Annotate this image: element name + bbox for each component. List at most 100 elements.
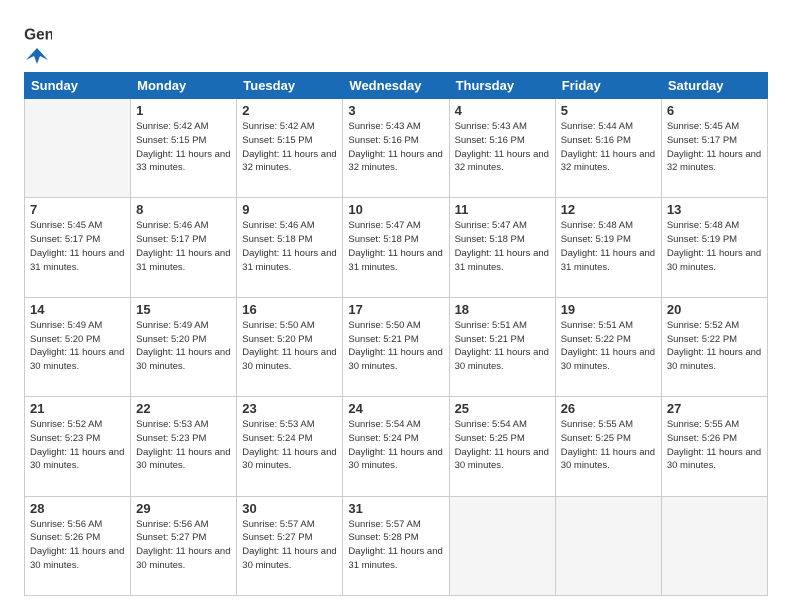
- calendar-cell: [449, 496, 555, 595]
- calendar-cell: 11 Sunrise: 5:47 AMSunset: 5:18 PMDaylig…: [449, 198, 555, 297]
- day-number: 30: [242, 501, 337, 516]
- calendar-header-monday: Monday: [131, 73, 237, 99]
- calendar-cell: 24 Sunrise: 5:54 AMSunset: 5:24 PMDaylig…: [343, 397, 449, 496]
- day-number: 23: [242, 401, 337, 416]
- day-number: 20: [667, 302, 762, 317]
- day-number: 14: [30, 302, 125, 317]
- calendar-cell: 9 Sunrise: 5:46 AMSunset: 5:18 PMDayligh…: [237, 198, 343, 297]
- calendar-cell: 17 Sunrise: 5:50 AMSunset: 5:21 PMDaylig…: [343, 297, 449, 396]
- day-number: 26: [561, 401, 656, 416]
- day-number: 24: [348, 401, 443, 416]
- day-info: Sunrise: 5:53 AMSunset: 5:24 PMDaylight:…: [242, 418, 337, 473]
- calendar-cell: 1 Sunrise: 5:42 AMSunset: 5:15 PMDayligh…: [131, 99, 237, 198]
- calendar-cell: 7 Sunrise: 5:45 AMSunset: 5:17 PMDayligh…: [25, 198, 131, 297]
- day-info: Sunrise: 5:47 AMSunset: 5:18 PMDaylight:…: [348, 219, 443, 274]
- calendar-cell: 18 Sunrise: 5:51 AMSunset: 5:21 PMDaylig…: [449, 297, 555, 396]
- calendar-cell: 5 Sunrise: 5:44 AMSunset: 5:16 PMDayligh…: [555, 99, 661, 198]
- header: General: [24, 20, 768, 60]
- svg-text:General: General: [24, 26, 52, 43]
- calendar-week-2: 7 Sunrise: 5:45 AMSunset: 5:17 PMDayligh…: [25, 198, 768, 297]
- day-info: Sunrise: 5:47 AMSunset: 5:18 PMDaylight:…: [455, 219, 550, 274]
- day-number: 27: [667, 401, 762, 416]
- day-info: Sunrise: 5:55 AMSunset: 5:26 PMDaylight:…: [667, 418, 762, 473]
- day-info: Sunrise: 5:49 AMSunset: 5:20 PMDaylight:…: [136, 319, 231, 374]
- day-number: 10: [348, 202, 443, 217]
- calendar-cell: 30 Sunrise: 5:57 AMSunset: 5:27 PMDaylig…: [237, 496, 343, 595]
- calendar-header-sunday: Sunday: [25, 73, 131, 99]
- calendar-cell: 22 Sunrise: 5:53 AMSunset: 5:23 PMDaylig…: [131, 397, 237, 496]
- day-number: 19: [561, 302, 656, 317]
- calendar-cell: 19 Sunrise: 5:51 AMSunset: 5:22 PMDaylig…: [555, 297, 661, 396]
- day-info: Sunrise: 5:51 AMSunset: 5:21 PMDaylight:…: [455, 319, 550, 374]
- calendar-cell: 20 Sunrise: 5:52 AMSunset: 5:22 PMDaylig…: [661, 297, 767, 396]
- day-info: Sunrise: 5:56 AMSunset: 5:27 PMDaylight:…: [136, 518, 231, 573]
- day-info: Sunrise: 5:46 AMSunset: 5:18 PMDaylight:…: [242, 219, 337, 274]
- calendar-cell: [661, 496, 767, 595]
- general-blue-icon: General: [24, 24, 52, 44]
- day-info: Sunrise: 5:46 AMSunset: 5:17 PMDaylight:…: [136, 219, 231, 274]
- day-number: 25: [455, 401, 550, 416]
- calendar-cell: 8 Sunrise: 5:46 AMSunset: 5:17 PMDayligh…: [131, 198, 237, 297]
- day-info: Sunrise: 5:45 AMSunset: 5:17 PMDaylight:…: [30, 219, 125, 274]
- day-info: Sunrise: 5:43 AMSunset: 5:16 PMDaylight:…: [455, 120, 550, 175]
- calendar-week-1: 1 Sunrise: 5:42 AMSunset: 5:15 PMDayligh…: [25, 99, 768, 198]
- day-number: 21: [30, 401, 125, 416]
- day-number: 7: [30, 202, 125, 217]
- day-info: Sunrise: 5:56 AMSunset: 5:26 PMDaylight:…: [30, 518, 125, 573]
- day-number: 6: [667, 103, 762, 118]
- day-info: Sunrise: 5:55 AMSunset: 5:25 PMDaylight:…: [561, 418, 656, 473]
- day-info: Sunrise: 5:49 AMSunset: 5:20 PMDaylight:…: [30, 319, 125, 374]
- day-number: 11: [455, 202, 550, 217]
- day-info: Sunrise: 5:48 AMSunset: 5:19 PMDaylight:…: [667, 219, 762, 274]
- day-number: 28: [30, 501, 125, 516]
- day-number: 31: [348, 501, 443, 516]
- day-info: Sunrise: 5:50 AMSunset: 5:21 PMDaylight:…: [348, 319, 443, 374]
- day-info: Sunrise: 5:43 AMSunset: 5:16 PMDaylight:…: [348, 120, 443, 175]
- day-info: Sunrise: 5:54 AMSunset: 5:25 PMDaylight:…: [455, 418, 550, 473]
- calendar-cell: 27 Sunrise: 5:55 AMSunset: 5:26 PMDaylig…: [661, 397, 767, 496]
- calendar-cell: 26 Sunrise: 5:55 AMSunset: 5:25 PMDaylig…: [555, 397, 661, 496]
- calendar-table: SundayMondayTuesdayWednesdayThursdayFrid…: [24, 72, 768, 596]
- calendar-cell: 25 Sunrise: 5:54 AMSunset: 5:25 PMDaylig…: [449, 397, 555, 496]
- day-number: 17: [348, 302, 443, 317]
- day-number: 9: [242, 202, 337, 217]
- calendar-header-friday: Friday: [555, 73, 661, 99]
- day-number: 16: [242, 302, 337, 317]
- day-info: Sunrise: 5:45 AMSunset: 5:17 PMDaylight:…: [667, 120, 762, 175]
- day-number: 1: [136, 103, 231, 118]
- day-number: 15: [136, 302, 231, 317]
- calendar-cell: 31 Sunrise: 5:57 AMSunset: 5:28 PMDaylig…: [343, 496, 449, 595]
- day-info: Sunrise: 5:44 AMSunset: 5:16 PMDaylight:…: [561, 120, 656, 175]
- calendar-cell: 28 Sunrise: 5:56 AMSunset: 5:26 PMDaylig…: [25, 496, 131, 595]
- logo-bird-icon: [26, 46, 48, 64]
- calendar-week-4: 21 Sunrise: 5:52 AMSunset: 5:23 PMDaylig…: [25, 397, 768, 496]
- logo: General: [24, 24, 52, 60]
- calendar-cell: 13 Sunrise: 5:48 AMSunset: 5:19 PMDaylig…: [661, 198, 767, 297]
- day-info: Sunrise: 5:57 AMSunset: 5:28 PMDaylight:…: [348, 518, 443, 573]
- calendar-cell: 6 Sunrise: 5:45 AMSunset: 5:17 PMDayligh…: [661, 99, 767, 198]
- calendar-cell: 10 Sunrise: 5:47 AMSunset: 5:18 PMDaylig…: [343, 198, 449, 297]
- day-info: Sunrise: 5:50 AMSunset: 5:20 PMDaylight:…: [242, 319, 337, 374]
- calendar-week-3: 14 Sunrise: 5:49 AMSunset: 5:20 PMDaylig…: [25, 297, 768, 396]
- calendar-cell: 21 Sunrise: 5:52 AMSunset: 5:23 PMDaylig…: [25, 397, 131, 496]
- calendar-cell: 16 Sunrise: 5:50 AMSunset: 5:20 PMDaylig…: [237, 297, 343, 396]
- calendar-cell: 15 Sunrise: 5:49 AMSunset: 5:20 PMDaylig…: [131, 297, 237, 396]
- calendar-cell: 23 Sunrise: 5:53 AMSunset: 5:24 PMDaylig…: [237, 397, 343, 496]
- day-info: Sunrise: 5:42 AMSunset: 5:15 PMDaylight:…: [242, 120, 337, 175]
- calendar-cell: 4 Sunrise: 5:43 AMSunset: 5:16 PMDayligh…: [449, 99, 555, 198]
- calendar-header-saturday: Saturday: [661, 73, 767, 99]
- day-info: Sunrise: 5:53 AMSunset: 5:23 PMDaylight:…: [136, 418, 231, 473]
- day-info: Sunrise: 5:54 AMSunset: 5:24 PMDaylight:…: [348, 418, 443, 473]
- day-number: 5: [561, 103, 656, 118]
- calendar-cell: 12 Sunrise: 5:48 AMSunset: 5:19 PMDaylig…: [555, 198, 661, 297]
- day-info: Sunrise: 5:52 AMSunset: 5:22 PMDaylight:…: [667, 319, 762, 374]
- day-info: Sunrise: 5:42 AMSunset: 5:15 PMDaylight:…: [136, 120, 231, 175]
- day-number: 8: [136, 202, 231, 217]
- day-number: 22: [136, 401, 231, 416]
- day-info: Sunrise: 5:48 AMSunset: 5:19 PMDaylight:…: [561, 219, 656, 274]
- calendar-cell: 29 Sunrise: 5:56 AMSunset: 5:27 PMDaylig…: [131, 496, 237, 595]
- day-info: Sunrise: 5:57 AMSunset: 5:27 PMDaylight:…: [242, 518, 337, 573]
- calendar-cell: 2 Sunrise: 5:42 AMSunset: 5:15 PMDayligh…: [237, 99, 343, 198]
- calendar-header-thursday: Thursday: [449, 73, 555, 99]
- day-number: 18: [455, 302, 550, 317]
